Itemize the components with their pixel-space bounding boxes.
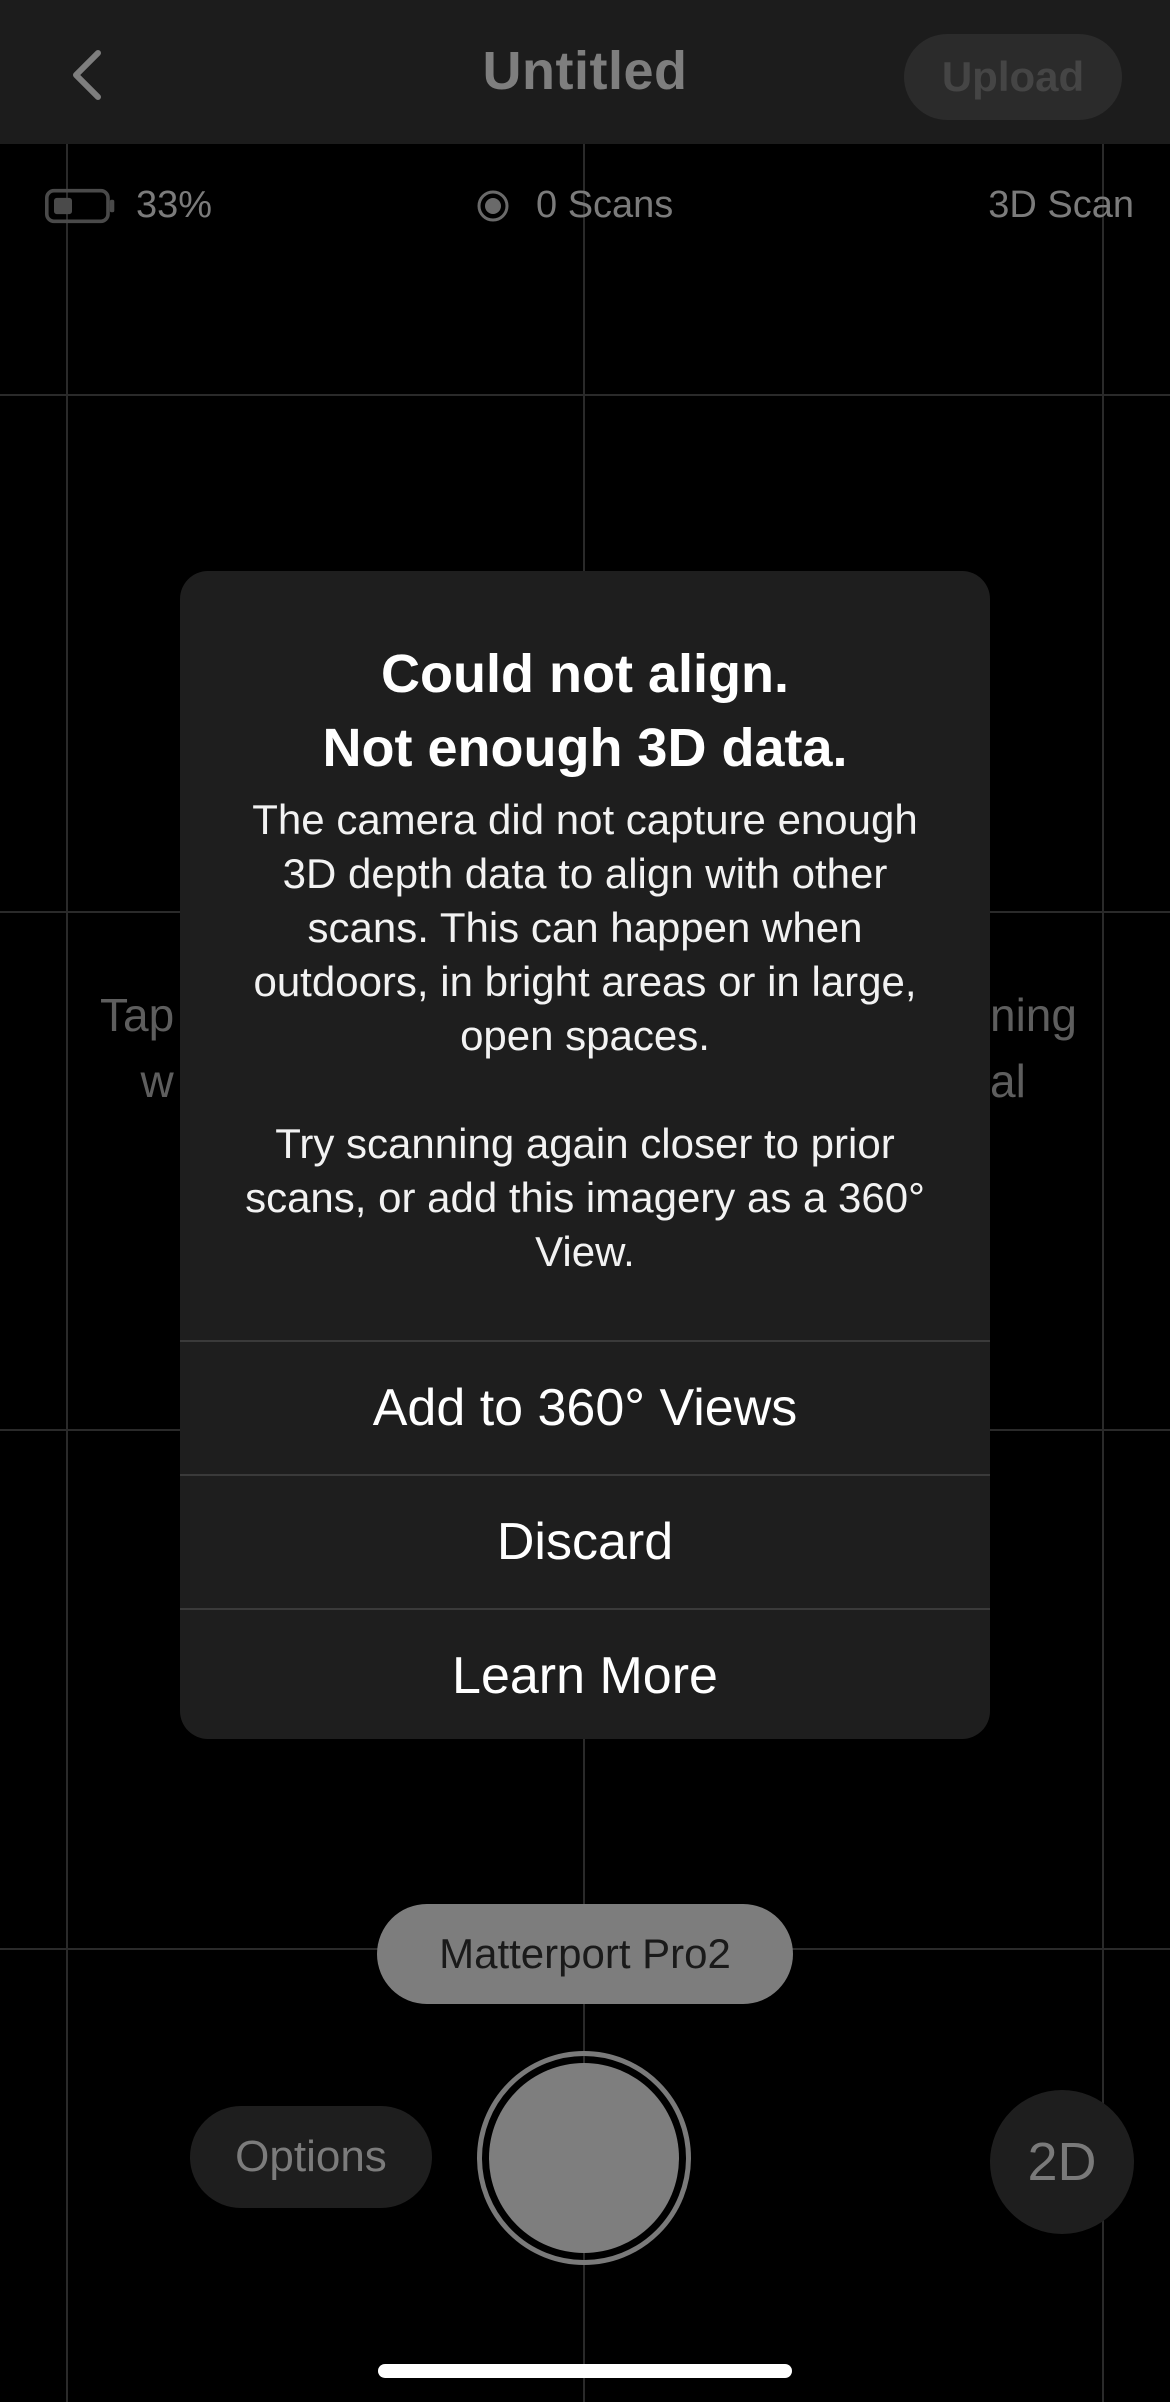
mode-2d-button[interactable]: 2D [990,2090,1134,2234]
battery-icon [45,188,115,223]
battery-status: 33% [44,184,212,227]
hint-text-left: Tap w [100,982,174,1114]
hint-line: w [140,1055,174,1107]
alert-title: Could not align. Not enough 3D data. [200,637,970,785]
grid-line [0,394,1170,396]
camera-screen: Untitled Upload 33% 0 Scans 3D Scan Tap … [0,0,1170,2402]
header-bar: Untitled Upload [0,0,1170,144]
capture-mode-label: 3D Scan [988,184,1134,226]
alert-dialog: Could not align. Not enough 3D data. The… [180,571,990,1739]
alert-title-line: Not enough 3D data. [322,718,848,778]
hint-text-right: ning al [990,982,1077,1114]
scan-count-label: 0 Scans [536,184,674,226]
battery-percent: 33% [136,184,213,226]
hint-line: ning [990,989,1077,1041]
grid-line [66,144,68,2402]
scan-count: 0 Scans [476,184,673,227]
add-to-360-views-button[interactable]: Add to 360° Views [180,1340,990,1474]
shutter-icon [489,2063,679,2253]
discard-button[interactable]: Discard [180,1474,990,1608]
options-button[interactable]: Options [190,2106,432,2208]
alert-message-secondary: Try scanning again closer to prior scans… [245,1120,925,1275]
home-indicator[interactable] [378,2364,792,2378]
alert-actions: Add to 360° Views Discard Learn More [180,1340,990,1739]
shutter-button[interactable] [477,2051,691,2265]
record-dot-icon [477,190,509,221]
alert-message: The camera did not capture enough 3D dep… [252,796,918,1059]
hint-line: Tap [100,989,175,1041]
upload-button[interactable]: Upload [904,34,1122,120]
learn-more-button[interactable]: Learn More [180,1608,990,1739]
capture-mode: 3D Scan [988,184,1134,227]
hint-line: al [990,1055,1026,1107]
device-selector-button[interactable]: Matterport Pro2 [377,1904,793,2004]
alert-title-line: Could not align. [381,644,789,704]
grid-line [1102,144,1104,2402]
